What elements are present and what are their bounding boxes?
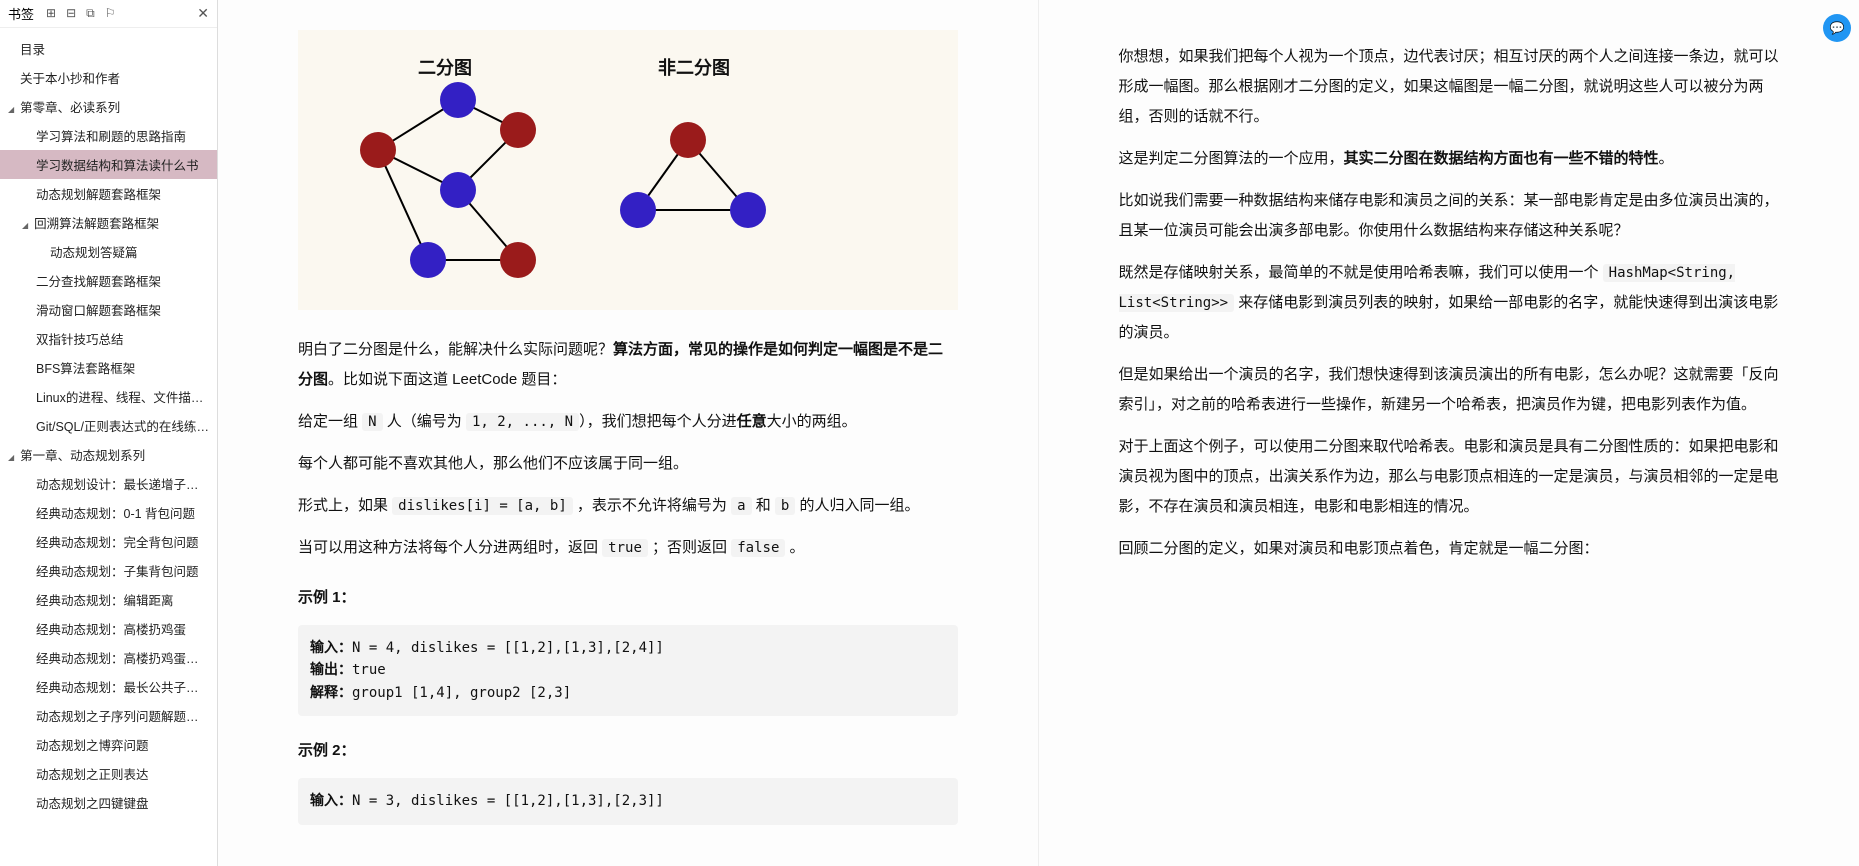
page-left: 二分图 非二分图 明白了二分图是什么，能解决什么实际问题呢？算法方面，常见的操作… [218, 0, 1039, 866]
example-2-code: 输入：N = 3, dislikes = [[1,2],[1,3],[2,3]] [298, 778, 958, 824]
nav-item[interactable]: 经典动态规划：完全背包问题 [0, 527, 217, 556]
nav-item[interactable]: BFS算法套路框架 [0, 353, 217, 382]
paragraph: 形式上，如果 dislikes[i] = [a, b] ，表示不允许将编号为 a… [298, 491, 958, 521]
main-content: 二分图 非二分图 明白了二分图是什么，能解决什么实际问题呢？算法方面，常见的操作… [218, 0, 1859, 866]
example-title-2: 示例 2： [298, 736, 958, 766]
paragraph: 给定一组 N 人（编号为 1, 2, ..., N），我们想把每个人分进任意大小… [298, 407, 958, 437]
nav-item[interactable]: 第零章、必读系列 [0, 92, 217, 121]
paragraph: 回顾二分图的定义，如果对演员和电影顶点着色，肯定就是一幅二分图： [1119, 534, 1780, 564]
nav-item[interactable]: 动态规划之博弈问题 [0, 730, 217, 759]
paragraph: 明白了二分图是什么，能解决什么实际问题呢？算法方面，常见的操作是如何判定一幅图是… [298, 335, 958, 395]
nav-item[interactable]: 动态规划答疑篇 [0, 237, 217, 266]
nav-item[interactable]: 关于本小抄和作者 [0, 63, 217, 92]
bookmark-add-icon[interactable]: ⧉ [86, 6, 95, 21]
floating-action-button[interactable]: 💬 [1823, 14, 1851, 42]
nav-item[interactable]: 学习数据结构和算法读什么书 [0, 150, 217, 179]
close-icon[interactable]: ✕ [197, 5, 209, 22]
page-right: 你想想，如果我们把每个人视为一个顶点，边代表讨厌；相互讨厌的两个人之间连接一条边… [1039, 0, 1859, 866]
paragraph: 当可以用这种方法将每个人分进两组时，返回 true ；否则返回 false 。 [298, 533, 958, 563]
paragraph: 这是判定二分图算法的一个应用，其实二分图在数据结构方面也有一些不错的特性。 [1119, 144, 1780, 174]
sidebar-header: 书签 ⊞ ⊟ ⧉ ⚐ ✕ [0, 0, 217, 28]
collapse-icon[interactable]: ⊟ [66, 6, 76, 21]
sidebar-title: 书签 [8, 4, 34, 23]
nav-item[interactable]: 动态规划之子序列问题解题模板 [0, 701, 217, 730]
nav-item[interactable]: 回溯算法解题套路框架 [0, 208, 217, 237]
sidebar: 书签 ⊞ ⊟ ⧉ ⚐ ✕ 目录关于本小抄和作者第零章、必读系列学习算法和刷题的思… [0, 0, 218, 866]
paragraph: 既然是存储映射关系，最简单的不就是使用哈希表嘛，我们可以使用一个 HashMap… [1119, 258, 1780, 348]
graph-non-bipartite [608, 70, 788, 270]
sidebar-nav[interactable]: 目录关于本小抄和作者第零章、必读系列学习算法和刷题的思路指南学习数据结构和算法读… [0, 28, 217, 866]
nav-item[interactable]: 经典动态规划：高楼扔鸡蛋 [0, 614, 217, 643]
paragraph: 但是如果给出一个演员的名字，我们想快速得到该演员演出的所有电影，怎么办呢？这就需… [1119, 360, 1780, 420]
nav-item[interactable]: 动态规划设计：最长递增子序列 [0, 469, 217, 498]
toolbar-icons: ⊞ ⊟ ⧉ ⚐ [46, 6, 115, 21]
nav-item[interactable]: 第一章、动态规划系列 [0, 440, 217, 469]
nav-item[interactable]: 动态规划解题套路框架 [0, 179, 217, 208]
nav-item[interactable]: Git/SQL/正则表达式的在线练习平台 [0, 411, 217, 440]
nav-item[interactable]: 动态规划之正则表达 [0, 759, 217, 788]
nav-item[interactable]: 学习算法和刷题的思路指南 [0, 121, 217, 150]
chat-icon: 💬 [1830, 21, 1845, 35]
nav-item[interactable]: 经典动态规划：最长公共子序列 [0, 672, 217, 701]
expand-icon[interactable]: ⊞ [46, 6, 56, 21]
nav-item[interactable]: 经典动态规划：子集背包问题 [0, 556, 217, 585]
example-1-code: 输入：N = 4, dislikes = [[1,2],[1,3],[2,4]]… [298, 625, 958, 716]
nav-item[interactable]: 动态规划之四键键盘 [0, 788, 217, 817]
paragraph: 你想想，如果我们把每个人视为一个顶点，边代表讨厌；相互讨厌的两个人之间连接一条边… [1119, 42, 1780, 132]
example-title-1: 示例 1： [298, 583, 958, 613]
nav-item[interactable]: Linux的进程、线程、文件描述符是… [0, 382, 217, 411]
paragraph: 每个人都可能不喜欢其他人，那么他们不应该属于同一组。 [298, 449, 958, 479]
nav-item[interactable]: 经典动态规划：0-1 背包问题 [0, 498, 217, 527]
nav-item[interactable]: 二分查找解题套路框架 [0, 266, 217, 295]
paragraph: 比如说我们需要一种数据结构来储存电影和演员之间的关系：某一部电影肯定是由多位演员… [1119, 186, 1780, 246]
nav-item[interactable]: 目录 [0, 34, 217, 63]
nav-item[interactable]: 双指针技巧总结 [0, 324, 217, 353]
nav-item[interactable]: 经典动态规划：编辑距离 [0, 585, 217, 614]
graph-bipartite [328, 70, 578, 300]
bipartite-diagram: 二分图 非二分图 [298, 30, 958, 310]
bookmark-icon[interactable]: ⚐ [105, 6, 116, 21]
paragraph: 对于上面这个例子，可以使用二分图来取代哈希表。电影和演员是具有二分图性质的：如果… [1119, 432, 1780, 522]
nav-item[interactable]: 经典动态规划：高楼扔鸡蛋（进阶） [0, 643, 217, 672]
nav-item[interactable]: 滑动窗口解题套路框架 [0, 295, 217, 324]
